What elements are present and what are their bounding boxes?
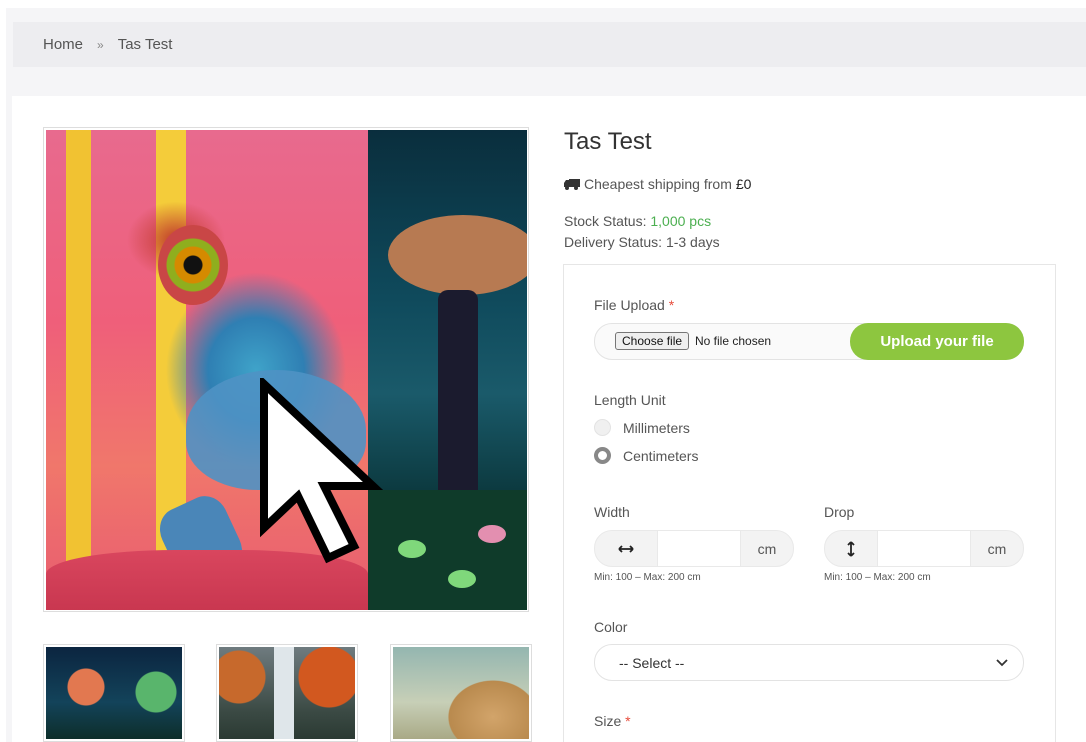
drop-label: Drop bbox=[824, 504, 855, 520]
radio-centimeters[interactable]: Centimeters bbox=[594, 447, 698, 464]
drop-hint: Min: 100 – Max: 200 cm bbox=[824, 572, 931, 583]
drop-input-group: cm bbox=[824, 530, 1024, 567]
shipping-text: Cheapest shipping from bbox=[584, 176, 732, 192]
chevron-down-icon bbox=[996, 659, 1008, 667]
truck-icon bbox=[564, 179, 580, 190]
product-thumbnail-3[interactable] bbox=[390, 644, 532, 742]
size-label: Size * bbox=[594, 713, 631, 729]
width-input[interactable] bbox=[657, 531, 741, 566]
delivery-label: Delivery Status: bbox=[564, 234, 663, 250]
mouse-pointer-icon bbox=[260, 378, 384, 564]
horizontal-arrows-icon bbox=[595, 531, 657, 566]
breadcrumb-separator: » bbox=[97, 37, 104, 52]
length-unit-label: Length Unit bbox=[594, 392, 666, 408]
radio-millimeters[interactable]: Millimeters bbox=[594, 419, 690, 436]
breadcrumb-home-link[interactable]: Home bbox=[43, 36, 83, 53]
no-file-text: No file chosen bbox=[695, 334, 772, 348]
shipping-info: Cheapest shipping from £0 bbox=[564, 176, 751, 192]
stock-value: 1,000 pcs bbox=[650, 213, 712, 229]
file-upload-label: File Upload * bbox=[594, 297, 675, 313]
product-main-image[interactable] bbox=[43, 127, 529, 612]
breadcrumb-current: Tas Test bbox=[117, 36, 173, 53]
upload-file-button[interactable]: Upload your file bbox=[850, 323, 1024, 360]
width-unit: cm bbox=[757, 540, 777, 557]
width-hint: Min: 100 – Max: 200 cm bbox=[594, 572, 701, 583]
product-thumbnail-1[interactable] bbox=[43, 644, 185, 742]
width-input-group: cm bbox=[594, 530, 794, 567]
choose-file-button[interactable]: Choose file bbox=[615, 332, 690, 350]
color-select[interactable]: -- Select -- bbox=[594, 644, 1024, 681]
product-title: Tas Test bbox=[564, 128, 652, 155]
stock-label: Stock Status: bbox=[564, 213, 647, 229]
breadcrumb: Home » Tas Test bbox=[13, 22, 1086, 67]
radio-circle[interactable] bbox=[594, 419, 611, 436]
drop-input[interactable] bbox=[877, 531, 971, 566]
width-label: Width bbox=[594, 504, 630, 520]
drop-unit: cm bbox=[987, 540, 1007, 557]
product-thumbnail-2[interactable] bbox=[216, 644, 358, 742]
color-select-value: -- Select -- bbox=[619, 654, 685, 671]
vertical-arrows-icon bbox=[825, 531, 877, 566]
delivery-value: 1-3 days bbox=[665, 234, 720, 250]
radio-circle-selected[interactable] bbox=[594, 447, 611, 464]
stock-delivery-info: Stock Status: 1,000 pcs Delivery Status:… bbox=[564, 211, 720, 253]
fantasy-tree-image-half bbox=[368, 130, 527, 610]
shipping-price: £0 bbox=[735, 176, 752, 192]
chameleon-eye bbox=[158, 225, 228, 305]
color-label: Color bbox=[594, 619, 628, 635]
